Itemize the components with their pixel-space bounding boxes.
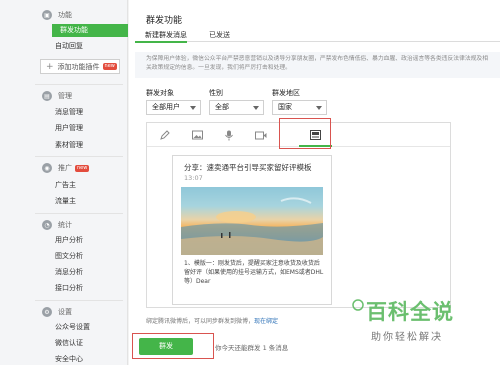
section-promotion: ◉ 推广 new <box>0 161 128 175</box>
sidebar-item-advertiser[interactable]: 广告主 <box>55 179 76 192</box>
stats-icon: ◔ <box>42 220 52 230</box>
region-label: 群发地区 <box>272 89 300 97</box>
bind-weibo-tip: 绑定腾讯微博后，可以同步群发到微博，现在绑定 <box>146 316 278 325</box>
gender-select-value: 全部 <box>215 103 229 111</box>
section-settings: ⚙ 设置 <box>0 305 128 319</box>
highlight-box <box>279 118 331 149</box>
manage-icon: ▤ <box>42 91 52 101</box>
section-title: 管理 <box>58 92 72 100</box>
section-features: ▣ 功能 <box>0 8 128 22</box>
watermark-title: 百科全说 <box>366 300 454 324</box>
sidebar-item-account-settings[interactable]: 公众号设置 <box>55 321 90 334</box>
target-label: 群发对象 <box>146 89 174 97</box>
divider <box>35 213 123 214</box>
target-select-value: 全部用户 <box>152 103 180 111</box>
card-title: 分享：速卖通平台引导买家留好评模板 <box>184 163 312 172</box>
gender-label: 性别 <box>209 89 223 97</box>
sidebar-item-mass-send[interactable]: 群发功能 <box>52 24 128 37</box>
card-summary: 1、模版一：刚发货后，提醒买家注意收货及收货后留好评（如果使用的挂号运输方式，如… <box>184 260 324 285</box>
remaining-sends-hint: 你今天还能群发 1 条消息 <box>215 344 289 352</box>
new-badge: new <box>102 63 117 70</box>
page-title: 群发功能 <box>146 16 183 26</box>
sidebar-item-message-analysis[interactable]: 消息分析 <box>55 266 83 279</box>
settings-icon: ⚙ <box>42 307 52 317</box>
sidebar-item-user-analysis[interactable]: 用户分析 <box>55 234 83 247</box>
divider <box>35 156 123 157</box>
message-editor: 分享：速卖通平台引导买家留好评模板 13:07 1、模版一：刚发货后，提醒买家注… <box>146 122 451 308</box>
image-icon[interactable] <box>191 129 203 141</box>
chevron-down-icon <box>316 106 322 110</box>
divider <box>35 300 123 301</box>
sidebar-item-auto-reply[interactable]: 自动回复 <box>55 40 83 53</box>
active-tab-indicator <box>135 41 187 43</box>
watermark-subtitle: 助你轻松解决 <box>371 332 443 343</box>
section-title: 设置 <box>58 308 72 316</box>
bind-now-link[interactable]: 现在绑定 <box>254 318 278 325</box>
watermark-logo-icon <box>352 299 364 311</box>
tab-sent[interactable]: 已发送 <box>209 30 230 40</box>
plus-icon: + <box>46 61 54 72</box>
target-select[interactable]: 全部用户 <box>146 100 201 115</box>
card-cover-image <box>181 187 323 255</box>
tab-bar: 新建群发消息 已发送 <box>135 27 500 42</box>
section-manage: ▤ 管理 <box>0 89 128 103</box>
notice-text: 为保障用户体验，微信公众平台严禁恶意营销以及诱导分享朋友圈，严禁发布色情低俗、暴… <box>135 52 500 78</box>
region-select-value: 国家 <box>278 103 292 111</box>
add-plugin-button[interactable]: + 添加功能插件 new <box>40 59 120 74</box>
microphone-icon[interactable] <box>223 129 235 141</box>
new-badge: new <box>75 164 90 172</box>
chevron-down-icon <box>253 106 259 110</box>
pencil-icon[interactable] <box>159 129 171 141</box>
sidebar: ▣ 功能 群发功能 自动回复 + 添加功能插件 new ▤ 管理 消息管理 用户… <box>0 0 128 365</box>
chevron-down-icon <box>190 106 196 110</box>
send-button[interactable]: 群发 <box>139 338 193 355</box>
sidebar-item-api-analysis[interactable]: 接口分析 <box>55 282 83 295</box>
sidebar-item-traffic[interactable]: 流量主 <box>55 195 76 208</box>
sidebar-item-users[interactable]: 用户管理 <box>55 122 83 135</box>
bind-weibo-text: 绑定腾讯微博后，可以同步群发到微博， <box>146 318 255 325</box>
divider <box>35 84 123 85</box>
gender-select[interactable]: 全部 <box>209 100 264 115</box>
section-title: 推广 <box>58 164 72 172</box>
section-title: 功能 <box>58 11 72 19</box>
sidebar-item-security[interactable]: 安全中心 <box>55 353 83 365</box>
sidebar-item-messages[interactable]: 消息管理 <box>55 106 83 119</box>
sidebar-item-verification[interactable]: 微信认证 <box>55 337 83 350</box>
features-icon: ▣ <box>42 10 52 20</box>
tab-new-message[interactable]: 新建群发消息 <box>145 30 187 40</box>
article-card[interactable]: 分享：速卖通平台引导买家留好评模板 13:07 1、模版一：刚发货后，提醒买家注… <box>172 155 332 305</box>
region-select[interactable]: 国家 <box>272 100 327 115</box>
watermark: 百科全说 助你轻松解决 <box>352 296 454 343</box>
card-date: 13:07 <box>184 174 203 182</box>
video-icon[interactable] <box>255 129 267 141</box>
promotion-icon: ◉ <box>42 163 52 173</box>
add-plugin-label: 添加功能插件 <box>57 62 100 71</box>
sidebar-item-article-analysis[interactable]: 图文分析 <box>55 250 83 263</box>
section-stats: ◔ 统计 <box>0 218 128 232</box>
sidebar-item-materials[interactable]: 素材管理 <box>55 139 83 152</box>
section-title: 统计 <box>58 221 72 229</box>
